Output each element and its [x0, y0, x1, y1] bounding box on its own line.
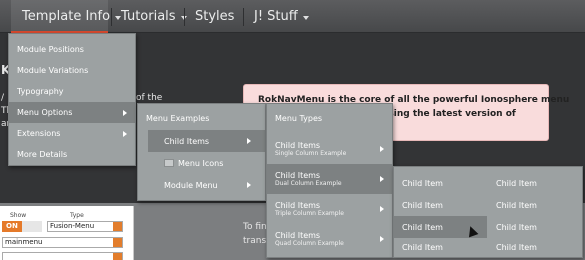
menu-examples-dropdown: Menu Examples Child Items Menu Icons Mod…: [137, 103, 266, 201]
chevron-right-icon: [380, 206, 384, 212]
type-label: Type: [70, 212, 84, 219]
page-text-fragment: transi: [243, 236, 269, 246]
menu-item-more-details[interactable]: More Details: [9, 144, 135, 165]
menu-item-menu-options[interactable]: Menu Options: [9, 102, 135, 123]
chevron-down-icon: [302, 15, 309, 20]
nav-divider: [243, 8, 244, 26]
menu-types-dropdown: Menu Types Child Items Single Column Exam…: [266, 103, 393, 258]
child-item[interactable]: Child Item: [488, 238, 583, 257]
nav-item-tutorials[interactable]: Tutorials: [121, 0, 187, 33]
select-value: mainmenu: [5, 238, 43, 246]
menu-item-module-positions[interactable]: Module Positions: [9, 39, 135, 60]
template-info-dropdown: Module Positions Module Variations Typog…: [8, 33, 136, 166]
page-text-fragment: To fin: [243, 222, 267, 232]
child-item[interactable]: Child Item: [394, 172, 487, 194]
child-items-dual-column-dropdown: Child Item Child Item Child Item Child I…: [393, 166, 583, 258]
chevron-right-icon: [123, 109, 127, 116]
child-item[interactable]: Child Item: [488, 172, 583, 194]
menu-item-child-items[interactable]: Child Items: [148, 130, 265, 152]
toggle-off-segment: [21, 221, 42, 232]
child-item[interactable]: Child Item: [394, 194, 487, 216]
menu-name-select[interactable]: mainmenu: [2, 237, 123, 248]
menu-header: Menu Types: [275, 114, 323, 123]
extra-select[interactable]: [2, 252, 123, 260]
nav-item-label: J! Stuff: [254, 9, 298, 24]
nav-item-template-info[interactable]: Template Info: [11, 0, 122, 34]
menu-item-module-variations[interactable]: Module Variations: [9, 60, 135, 81]
chevron-down-icon: [113, 253, 122, 260]
chevron-right-icon: [247, 138, 251, 144]
nav-item-label: Template Info: [22, 9, 111, 24]
menu-icon: [164, 159, 174, 167]
chevron-down-icon: [113, 222, 122, 231]
chevron-down-icon: [113, 238, 122, 247]
menu-header: Menu Examples: [146, 114, 210, 123]
chevron-right-icon: [380, 176, 384, 182]
chevron-right-icon: [380, 236, 384, 242]
menu-item-quad-column[interactable]: Child Items Quad Column Example: [267, 224, 392, 254]
menu-item-single-column[interactable]: Child Items Single Column Example: [267, 134, 392, 164]
menu-item-extensions[interactable]: Extensions: [9, 123, 135, 144]
menu-item-dual-column[interactable]: Child Items Dual Column Example: [267, 164, 392, 194]
toggle-on-label: ON: [2, 221, 22, 232]
select-value: Fusion-Menu: [50, 222, 95, 230]
menu-item-module-menu[interactable]: Module Menu: [148, 174, 265, 196]
child-item[interactable]: Child Item: [394, 238, 487, 257]
nav-divider: [184, 8, 185, 26]
show-toggle[interactable]: ON: [2, 221, 42, 232]
chevron-right-icon: [380, 146, 384, 152]
chevron-right-icon: [123, 130, 127, 137]
menu-type-select[interactable]: Fusion-Menu: [47, 221, 123, 232]
nav-item-label: Tutorials: [121, 9, 176, 24]
page-text-fragment: of the: [136, 93, 163, 103]
show-label: Show: [10, 212, 27, 219]
nav-item-label: Styles: [195, 9, 235, 24]
menu-item-typography[interactable]: Typography: [9, 81, 135, 102]
top-nav-bar: Template Info Tutorials Styles J! Stuff: [0, 0, 585, 34]
chevron-right-icon: [247, 182, 251, 188]
nav-divider: [111, 8, 112, 26]
nav-item-styles[interactable]: Styles: [195, 0, 234, 33]
page-text-fragment: /: [1, 93, 5, 103]
child-item[interactable]: Child Item: [488, 216, 583, 238]
menu-item-menu-icons[interactable]: Menu Icons: [148, 152, 265, 174]
child-item[interactable]: Child Item: [488, 194, 583, 216]
notice-text: using the latest version of: [382, 109, 516, 119]
menu-item-triple-column[interactable]: Child Items Triple Column Example: [267, 194, 392, 224]
nav-item-j-stuff[interactable]: J! Stuff: [254, 0, 309, 33]
